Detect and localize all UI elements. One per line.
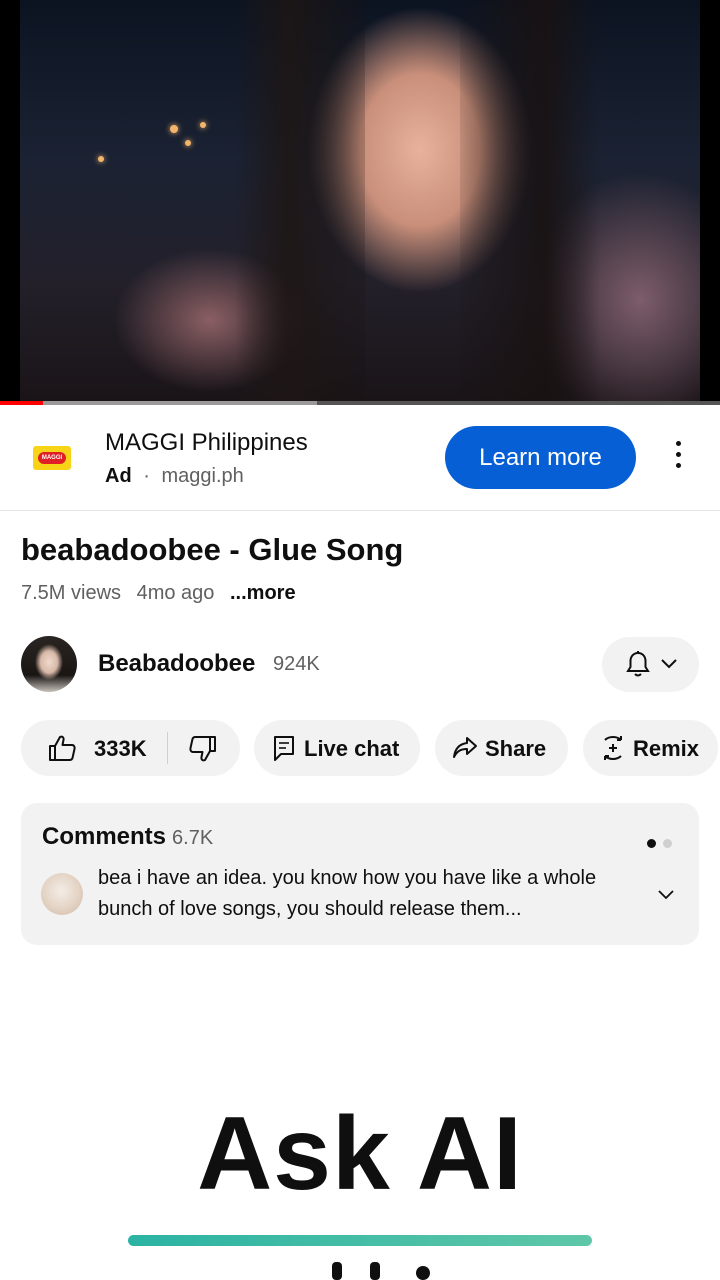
ad-subtitle: Ad · maggi.ph [105,465,244,488]
chat-icon [274,736,294,761]
chevron-down-icon [661,659,677,669]
like-dislike-group: 333K [21,720,240,776]
bokeh-light [170,125,178,133]
like-icon[interactable] [47,733,77,763]
advertiser-logo: MAGGI [33,446,71,470]
video-frame [20,0,700,402]
subscriber-count: 924K [273,653,320,675]
ask-ai-partial-text [320,1262,450,1280]
notification-bell-button[interactable] [602,637,699,692]
comments-count: 6.7K [172,827,214,849]
comments-header: Comments 6.7K [42,823,213,851]
top-comment-text: bea i have an idea. you know how you hav… [98,867,597,920]
commenter-avatar [41,873,83,915]
like-count[interactable]: 333K [94,736,147,762]
video-shade-left [235,0,365,402]
carousel-dots [647,835,679,853]
ad-label: Ad [105,465,132,487]
bell-icon [626,651,650,677]
ad-banner[interactable]: MAGGI MAGGI Philippines Ad · maggi.ph Le… [0,405,720,511]
ad-separator: · [143,465,150,487]
upload-age: 4mo ago [136,582,215,604]
remix-label: Remix [633,736,700,761]
live-chat-label: Live chat [304,736,400,761]
ad-advertiser-name: MAGGI Philippines [105,429,308,456]
remix-button[interactable]: Remix [583,720,718,776]
remix-icon [604,736,622,760]
more-link[interactable]: ...more [230,582,296,604]
expand-chevron-icon[interactable] [657,889,675,901]
video-title[interactable]: beabadoobee - Glue Song [21,532,403,568]
bokeh-light [185,140,191,146]
live-chat-button[interactable]: Live chat [254,720,420,776]
bokeh-light [200,122,206,128]
view-count: 7.5M views [21,582,122,604]
ask-ai-underline [128,1235,592,1246]
comments-title: Comments [42,823,167,850]
ask-ai-heading[interactable]: Ask AI [0,1095,720,1214]
more-vert-icon[interactable] [668,441,688,475]
video-player[interactable] [0,0,720,402]
video-shade-right [460,0,600,402]
advertiser-logo-text: MAGGI [38,452,66,464]
video-meta[interactable]: 7.5M views 4mo ago ...more [21,582,306,605]
learn-more-button[interactable]: Learn more [445,426,636,489]
ad-domain: maggi.ph [161,465,244,487]
share-button[interactable]: Share [435,720,568,776]
channel-name[interactable]: Beabadoobee [98,650,255,678]
channel-avatar[interactable] [21,636,77,692]
share-icon [453,737,477,758]
comments-card[interactable]: Comments 6.7K bea i have an idea. you kno… [21,803,699,945]
bokeh-light [98,156,104,162]
dislike-icon[interactable] [188,734,218,764]
share-label: Share [485,736,547,761]
like-divider [167,732,168,764]
